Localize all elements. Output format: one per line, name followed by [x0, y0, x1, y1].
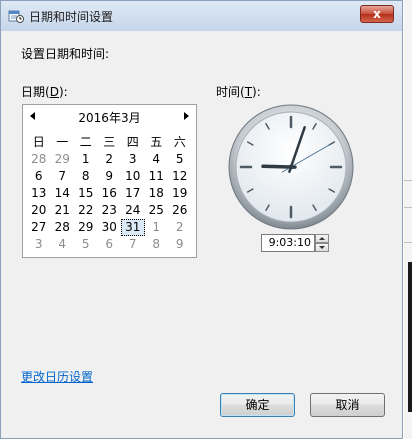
calendar-day[interactable]: 3 — [121, 151, 145, 168]
calendar-day[interactable]: 18 — [145, 185, 169, 202]
calendar-day[interactable]: 16 — [98, 185, 122, 202]
calendar-day[interactable]: 12 — [168, 168, 192, 185]
calendar-day[interactable]: 4 — [145, 151, 169, 168]
calendar-week-row: 6 7 8 9 10 11 12 — [27, 168, 192, 185]
weekday-label: 五 — [150, 135, 163, 149]
weekday-header-row: 日一二三四五六 — [27, 134, 192, 151]
calendar-day[interactable]: 10 — [121, 168, 145, 185]
calendar-day[interactable]: 24 — [121, 202, 145, 219]
time-input[interactable]: 9:03:10 — [261, 234, 315, 252]
weekday-label: 四 — [126, 135, 139, 149]
weekday-label: 日 — [32, 135, 45, 149]
calendar-day[interactable]: 2 — [168, 219, 192, 236]
spin-down-button[interactable] — [315, 243, 329, 252]
calendar-day[interactable]: 13 — [27, 185, 51, 202]
dialog-content: 设置日期和时间: 日期(D): 时间(T): 2016年3月 日一二三四五六 28… — [6, 31, 398, 434]
calendar-day[interactable]: 15 — [74, 185, 98, 202]
weekday-label: 三 — [103, 135, 116, 149]
calendar-day[interactable]: 27 — [27, 219, 51, 236]
weekday-label: 二 — [79, 135, 92, 149]
calendar-grid: 日一二三四五六 28 29 1 2 3 4 5 6 7 8 9 10 11 12 13 14 15 16 17 18 19… — [27, 134, 192, 253]
time-label-suffix: ): — [252, 85, 261, 99]
calendar-day[interactable]: 28 — [51, 219, 75, 236]
calendar-week-row: 28 29 1 2 3 4 5 — [27, 151, 192, 168]
calendar-day[interactable]: 30 — [98, 219, 122, 236]
time-label-accesskey: T — [244, 85, 253, 99]
calendar-day[interactable]: 4 — [51, 236, 75, 253]
window-title: 日期和时间设置 — [29, 10, 114, 24]
change-calendar-settings-link[interactable]: 更改日历设置 — [21, 368, 93, 385]
calendar-day[interactable]: 5 — [74, 236, 98, 253]
weekday-label: 一 — [56, 135, 69, 149]
calendar-day[interactable]: 8 — [145, 236, 169, 253]
background-divider — [404, 242, 412, 243]
date-time-dialog: 日期和时间设置 x 设置日期和时间: 日期(D): 时间(T): 2016年3月… — [0, 0, 403, 439]
calendar-day[interactable]: 20 — [27, 202, 51, 219]
date-label-accesskey: D — [49, 85, 59, 99]
next-month-arrow-icon[interactable] — [184, 112, 189, 120]
calendar-week-row: 3456789 — [27, 236, 192, 253]
calendar-day[interactable]: 6 — [27, 168, 51, 185]
calendar-day[interactable]: 26 — [168, 202, 192, 219]
spin-up-button[interactable] — [315, 234, 329, 243]
background-window-bar — [408, 262, 412, 412]
calendar-day[interactable]: 21 — [51, 202, 75, 219]
calendar-day[interactable]: 1 — [145, 219, 169, 236]
clock-center — [288, 164, 294, 170]
calendar-day[interactable]: 2 — [98, 151, 122, 168]
background-divider — [404, 180, 412, 181]
calendar-month-title[interactable]: 2016年3月 — [23, 109, 196, 126]
calendar-day[interactable]: 3 — [27, 236, 51, 253]
calendar-week-row: 13 14 15 16 17 18 19 — [27, 185, 192, 202]
ok-button[interactable]: 确定 — [220, 393, 295, 417]
calendar-day[interactable]: 1 — [74, 151, 98, 168]
date-label-suffix: ): — [58, 85, 68, 99]
calendar-day[interactable]: 9 — [98, 168, 122, 185]
calendar-day[interactable]: 6 — [98, 236, 122, 253]
calendar-day[interactable]: 8 — [74, 168, 98, 185]
time-spinner — [315, 234, 329, 252]
background-divider — [404, 207, 412, 208]
calendar-day[interactable]: 25 — [145, 202, 169, 219]
date-label-text: 日期( — [21, 85, 50, 99]
calendar-day[interactable]: 19 — [168, 185, 192, 202]
weekday-label: 六 — [173, 135, 186, 149]
time-label-text: 时间( — [216, 85, 245, 99]
date-label: 日期(D): — [21, 83, 68, 100]
title-bar: 日期和时间设置 x — [1, 1, 402, 31]
close-button[interactable]: x — [360, 5, 394, 23]
calendar-header: 2016年3月 — [23, 109, 196, 127]
calendar-day[interactable]: 28 — [27, 151, 51, 168]
page-title: 设置日期和时间: — [21, 47, 110, 61]
calendar-day[interactable]: 7 — [121, 236, 145, 253]
time-label: 时间(T): — [216, 83, 261, 100]
calendar-day[interactable]: 17 — [121, 185, 145, 202]
calendar-day[interactable]: 14 — [51, 185, 75, 202]
calendar-clock-icon — [8, 10, 24, 23]
month-calendar[interactable]: 2016年3月 日一二三四五六 28 29 1 2 3 4 5 6 7 8 9 10 11 12 13 14 15… — [22, 104, 197, 258]
calendar-day[interactable]: 9 — [168, 236, 192, 253]
calendar-day[interactable]: 7 — [51, 168, 75, 185]
calendar-day[interactable]: 11 — [145, 168, 169, 185]
analog-clock — [228, 104, 354, 230]
calendar-day[interactable]: 22 — [74, 202, 98, 219]
cancel-button[interactable]: 取消 — [310, 393, 385, 417]
calendar-day[interactable]: 29 — [51, 151, 75, 168]
calendar-week-row: 20 21 22 23 24 25 26 — [27, 202, 192, 219]
calendar-day-selected[interactable]: 31 — [121, 219, 145, 236]
calendar-day[interactable]: 23 — [98, 202, 122, 219]
calendar-day[interactable]: 5 — [168, 151, 192, 168]
calendar-week-row: 27 28 29 30 31 1 2 — [27, 219, 192, 236]
calendar-day[interactable]: 29 — [74, 219, 98, 236]
